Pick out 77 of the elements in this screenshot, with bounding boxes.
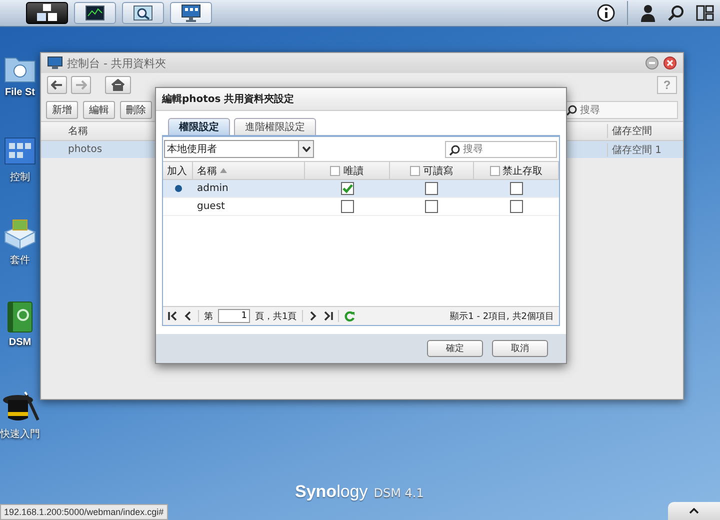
column-header[interactable]: 加入 — [167, 164, 187, 178]
previous-page-icon[interactable] — [183, 311, 193, 321]
column-header[interactable]: 可讀寫 — [422, 164, 453, 178]
column-header[interactable]: 儲存空間 — [607, 124, 683, 138]
widgets-icon[interactable] — [696, 5, 714, 21]
search-icon — [566, 105, 577, 116]
desktop-icon-label: 套件 — [10, 254, 30, 267]
table-row[interactable]: admin — [163, 180, 559, 198]
toolbar-button[interactable]: 刪除 — [120, 101, 152, 119]
close-icon[interactable] — [663, 56, 677, 70]
show-desktop-tab[interactable] — [668, 502, 720, 520]
user-type-dropdown[interactable]: 本地使用者 — [164, 140, 314, 158]
dialog-button[interactable]: 取消 — [492, 340, 548, 357]
user-name: guest — [197, 201, 225, 212]
header-checkbox[interactable] — [330, 166, 340, 176]
next-page-icon[interactable] — [308, 311, 318, 321]
dialog-button[interactable]: 確定 — [427, 340, 483, 357]
checkbox[interactable] — [425, 182, 438, 195]
package-box-icon[interactable] — [3, 218, 37, 250]
version-text: DSM 4.1 — [374, 486, 424, 500]
item-count-text: 顯示1 - 2項目, 共2個項目 — [450, 310, 554, 322]
desktop-icon-label: File St — [4, 87, 35, 98]
table-cell-text: photos — [67, 144, 102, 155]
sort-ascending-icon — [220, 168, 227, 173]
search-field[interactable]: 搜尋 — [445, 140, 557, 158]
window-grid-icon[interactable] — [3, 135, 37, 167]
brand-logo-text: Synology — [295, 482, 368, 502]
url-text: 192.168.1.200:5000/webman/index.cgi# — [4, 507, 164, 517]
page-count-label: 頁，共1頁 — [255, 310, 297, 322]
page-label: 第 — [204, 310, 213, 322]
toolbar-button[interactable]: 編輯 — [83, 101, 115, 119]
tab[interactable]: 權限設定 — [168, 118, 230, 135]
table-cell: 儲存空間 1 — [607, 142, 683, 156]
back-button[interactable] — [47, 76, 67, 94]
magnifier-screen-icon — [133, 5, 153, 21]
table-row[interactable]: guest — [163, 198, 559, 216]
desktop-icon-label: 快速入門 — [0, 428, 40, 441]
control-panel-app-button[interactable] — [170, 2, 212, 24]
tab[interactable]: 進階權限設定 — [234, 118, 316, 135]
dialog-title: 編輯photos 共用資料夾設定 — [156, 88, 566, 111]
column-header[interactable]: 禁止存取 — [502, 164, 543, 178]
home-icon — [111, 79, 125, 91]
main-menu-button[interactable] — [26, 2, 68, 24]
refresh-icon[interactable] — [344, 310, 355, 322]
caret-up-icon — [689, 508, 699, 514]
search-app-button[interactable] — [122, 2, 164, 24]
back-arrow-icon — [51, 80, 63, 90]
column-header[interactable]: 名稱 — [197, 164, 217, 178]
graph-monitor-icon — [85, 5, 105, 21]
first-page-icon[interactable] — [168, 311, 178, 321]
home-button[interactable] — [105, 76, 131, 94]
header-checkbox[interactable] — [410, 166, 420, 176]
last-page-icon[interactable] — [322, 311, 333, 321]
checkbox[interactable] — [340, 182, 354, 195]
window-title: 控制台 - 共用資料夾 — [67, 56, 166, 70]
user-name: admin — [197, 183, 228, 194]
chevron-down-icon — [302, 146, 310, 152]
desktop-icon-label: DSM — [8, 337, 32, 348]
header-checkbox[interactable] — [490, 166, 500, 176]
monitor-icon — [47, 56, 63, 70]
info-icon[interactable] — [597, 4, 615, 22]
checkbox[interactable] — [510, 182, 524, 195]
checkbox[interactable] — [425, 200, 438, 213]
column-header[interactable]: 唯讀 — [343, 164, 364, 178]
desktop-icon-label: 控制 — [10, 170, 30, 184]
search-icon — [449, 144, 460, 156]
user-icon[interactable] — [640, 4, 656, 22]
toolbar-button[interactable]: 新增 — [46, 101, 78, 119]
checkbox[interactable] — [510, 200, 524, 213]
minimize-icon[interactable] — [645, 56, 659, 70]
forward-arrow-icon — [75, 80, 87, 90]
grid-icon — [36, 4, 58, 22]
monitor-icon — [181, 4, 201, 22]
monitor-app-button[interactable] — [74, 2, 116, 24]
search-icon[interactable] — [668, 5, 684, 21]
checkbox[interactable] — [340, 200, 354, 213]
page-number-field[interactable]: 1 — [218, 309, 250, 323]
